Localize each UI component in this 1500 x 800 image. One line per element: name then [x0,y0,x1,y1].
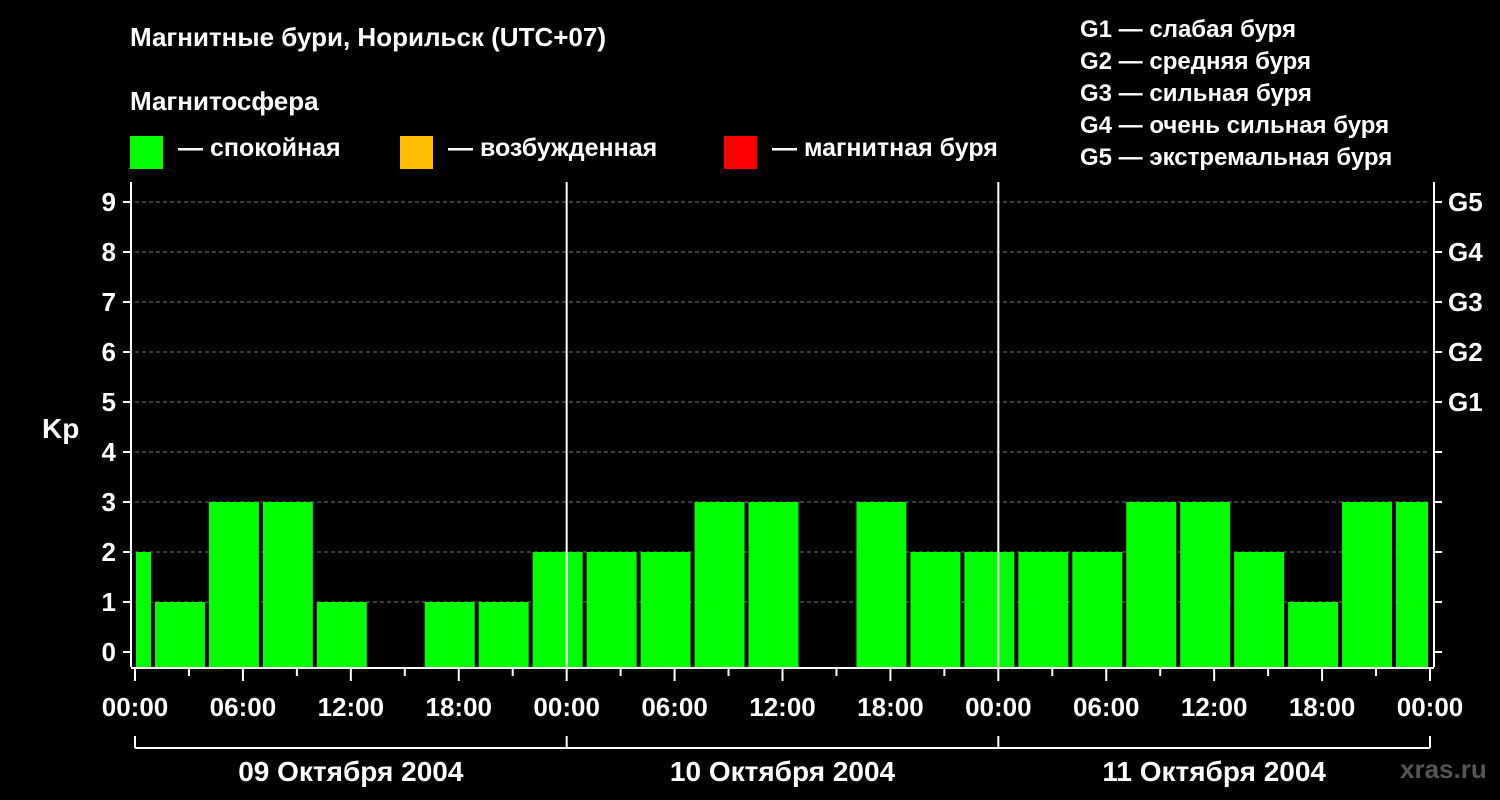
kp-bar [856,502,907,667]
kp-bar [478,602,529,667]
kp-bar [136,552,151,667]
x-tick-label: 00:00 [102,692,169,722]
kp-bar [1180,502,1231,667]
day-label: 10 Октября 2004 [670,756,896,787]
x-tick-label: 00:00 [1397,692,1464,722]
day-label: 11 Октября 2004 [1102,756,1326,787]
g-level-label: G5 [1448,187,1483,217]
y-tick-label: 5 [102,387,116,417]
x-tick-label: 06:00 [641,692,708,722]
x-tick-label: 18:00 [1289,692,1356,722]
x-tick-label: 12:00 [1181,692,1248,722]
kp-bar [640,552,691,667]
x-tick-label: 06:00 [210,692,277,722]
x-tick-label: 18:00 [426,692,493,722]
y-tick-label: 4 [102,437,117,467]
x-tick-label: 00:00 [533,692,600,722]
y-tick-label: 0 [102,637,116,667]
kp-bar [424,602,475,667]
g-level-label: G1 [1448,387,1483,417]
x-tick-label: 12:00 [318,692,385,722]
kp-bar [1018,552,1069,667]
g-level-label: G4 [1448,237,1483,267]
kp-bar [964,552,1015,667]
y-tick-label: 1 [102,587,116,617]
kp-bar [1234,552,1285,667]
kp-bar [694,502,745,667]
kp-bar [586,552,637,667]
x-tick-label: 18:00 [857,692,924,722]
g-level-label: G3 [1448,287,1483,317]
watermark: xras.ru [1400,754,1487,784]
x-tick-label: 12:00 [749,692,816,722]
kp-bar-chart: 0 1 2 3 4 5 6 7 8 9 G1 G2 G3 G4 G5 Kp 00:00 06:00 12:00 18:… [42,182,1483,787]
kp-bar [154,602,205,667]
y-tick-label: 7 [102,287,116,317]
y-tick-label: 8 [102,237,116,267]
x-tick-label: 00:00 [965,692,1032,722]
y-axis-label: Kp [42,413,79,444]
y-tick-label: 6 [102,337,116,367]
day-label: 09 Октября 2004 [238,756,464,787]
kp-bar [532,552,583,667]
kp-bar [316,602,367,667]
kp-bar [1288,602,1339,667]
y-tick-label: 3 [102,487,116,517]
kp-bar [1126,502,1177,667]
kp-bar [748,502,799,667]
g-level-label: G2 [1448,337,1483,367]
kp-bar [262,502,313,667]
x-tick-label: 06:00 [1073,692,1140,722]
kp-bar [1342,502,1393,667]
kp-bar [1396,502,1428,667]
y-tick-label: 9 [102,187,116,217]
y-tick-label: 2 [102,537,116,567]
kp-bar [910,552,961,667]
kp-bar [1072,552,1123,667]
kp-bar [208,502,259,667]
